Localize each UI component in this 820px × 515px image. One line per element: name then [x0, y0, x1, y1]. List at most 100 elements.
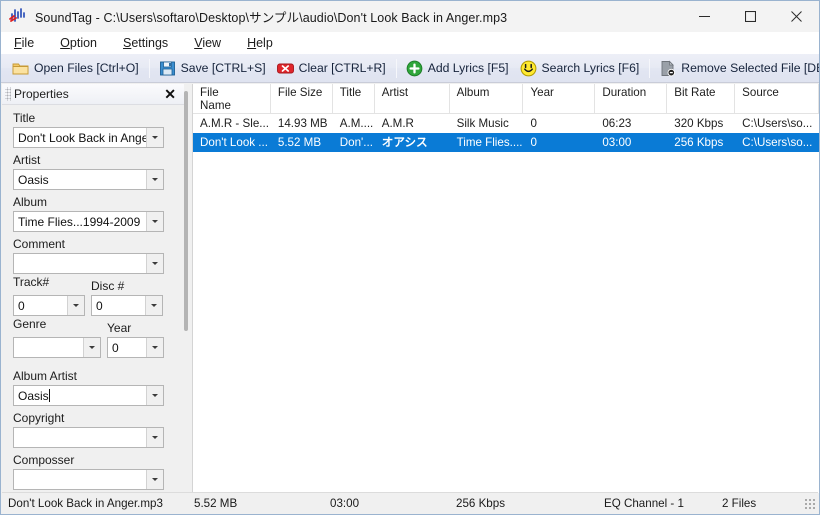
column-header-bit-rate[interactable]: Bit Rate	[667, 84, 736, 114]
cell-duration: 03:00	[602, 136, 632, 149]
genre-year-labels: Genre Year	[13, 316, 176, 337]
column-header-title[interactable]: Title	[332, 84, 375, 114]
green-plus-icon	[406, 60, 423, 77]
save-button[interactable]: Save [CTRL+S]	[154, 56, 272, 81]
chevron-down-icon[interactable]	[83, 338, 100, 357]
cell-album: Time Flies......	[456, 136, 524, 149]
title-combobox[interactable]: Don't Look Back in Anger	[13, 127, 164, 148]
column-header-artist[interactable]: Artist	[374, 84, 450, 114]
cell-source: C:\Users\so...	[742, 136, 813, 149]
status-filesize: 5.52 MB	[194, 496, 238, 510]
window-controls	[681, 1, 819, 32]
chevron-down-icon[interactable]	[146, 386, 163, 405]
comment-combobox[interactable]	[13, 253, 164, 274]
menu-help-rest: elp	[256, 36, 273, 50]
table-row[interactable]: A.M.R - Sle... 14.93 MB A.M.... A.M.R Silk M…	[193, 114, 819, 133]
resize-grip-icon[interactable]	[804, 497, 815, 509]
chevron-down-icon[interactable]	[146, 428, 163, 447]
window-title: SoundTag - C:\Users\softaro\Desktop\サンプル…	[35, 10, 508, 25]
genre-combobox[interactable]	[13, 337, 101, 358]
file-list-header: File Name File Size Title Artist Album Year Du…	[193, 84, 819, 114]
cell-file-name: Don't Look ...	[200, 136, 268, 149]
red-x-icon	[276, 60, 294, 77]
clear-button[interactable]: Clear [CTRL+R]	[272, 56, 392, 81]
toolbar-separator-2	[395, 58, 397, 78]
genre-label: Genre	[13, 317, 47, 331]
cell-title: Don'...	[339, 136, 373, 149]
search-lyrics-label: Search Lyrics [F6]	[541, 61, 640, 75]
chevron-down-icon[interactable]	[145, 296, 162, 315]
album-artist-label: Album Artist	[13, 369, 78, 383]
smiley-icon	[520, 60, 537, 77]
maximize-button[interactable]	[727, 1, 773, 32]
genre-year-row: 0	[13, 337, 176, 358]
remove-file-icon	[659, 60, 676, 77]
close-icon[interactable]: ✕	[164, 87, 176, 101]
album-artist-combobox[interactable]: Oasis	[13, 385, 164, 406]
open-files-button[interactable]: Open Files [Ctrl+O]	[7, 56, 145, 81]
composser-combobox[interactable]	[13, 469, 164, 490]
cell-title: A.M....	[339, 117, 374, 130]
cell-year: 0	[530, 136, 537, 149]
properties-panel-header: Properties ✕	[2, 84, 184, 105]
artist-combobox[interactable]: Oasis	[13, 169, 164, 190]
menu-file-accel: F	[14, 36, 22, 50]
chevron-down-icon[interactable]	[146, 338, 163, 357]
track-combobox[interactable]: 0	[13, 295, 85, 316]
search-lyrics-button[interactable]: Search Lyrics [F6]	[515, 56, 646, 81]
add-lyrics-button[interactable]: Add Lyrics [F5]	[401, 56, 515, 81]
menu-help-accel: H	[247, 36, 257, 50]
album-value: Time Flies...1994-2009	[18, 214, 141, 229]
properties-panel: Properties ✕ Title Don't Look Back in An…	[2, 84, 184, 493]
chevron-down-icon[interactable]	[146, 470, 163, 489]
status-channel: EQ Channel - 1	[604, 496, 684, 510]
track-value: 0	[18, 298, 25, 313]
file-list-view[interactable]: File Name File Size Title Artist Album Year Du…	[192, 84, 819, 493]
artist-label: Artist	[13, 153, 41, 167]
menu-item-option[interactable]: Option	[57, 34, 110, 52]
minimize-button[interactable]	[681, 1, 727, 32]
column-header-duration[interactable]: Duration	[595, 84, 668, 114]
album-combobox[interactable]: Time Flies...1994-2009	[13, 211, 164, 232]
title-bar: SoundTag - C:\Users\softaro\Desktop\サンプル…	[1, 1, 819, 32]
chevron-down-icon[interactable]	[67, 296, 84, 315]
floppy-disk-icon	[159, 60, 176, 77]
cell-artist: オアシス	[381, 136, 428, 149]
column-header-file-name[interactable]: File Name	[193, 84, 271, 114]
column-header-album[interactable]: Album	[449, 84, 524, 114]
menu-bar: File Option Settings View Help	[1, 32, 819, 54]
title-value: Don't Look Back in Anger	[18, 130, 153, 145]
table-row[interactable]: Don't Look ... 5.52 MB Don'... オアシス Time Fli…	[193, 133, 819, 152]
properties-vertical-scrollbar[interactable]	[183, 91, 190, 331]
track-label: Track#	[13, 275, 50, 289]
chevron-down-icon[interactable]	[146, 254, 163, 273]
clear-label: Clear [CTRL+R]	[298, 61, 386, 75]
menu-item-help[interactable]: Help	[244, 34, 286, 52]
menu-settings-rest: ettings	[131, 36, 169, 50]
remove-selected-file-label: Remove Selected File [DEL]	[681, 61, 820, 75]
disc-combobox[interactable]: 0	[91, 295, 163, 316]
menu-item-file[interactable]: File	[11, 34, 47, 52]
chevron-down-icon[interactable]	[146, 212, 163, 231]
copyright-combobox[interactable]	[13, 427, 164, 448]
chevron-down-icon[interactable]	[146, 170, 163, 189]
remove-selected-file-button[interactable]: Remove Selected File [DEL]	[654, 56, 820, 81]
year-combobox[interactable]: 0	[107, 337, 164, 358]
waveform-icon	[6, 5, 28, 27]
add-lyrics-label: Add Lyrics [F5]	[427, 61, 509, 75]
cell-year: 0	[530, 117, 537, 130]
properties-vscroll-thumb[interactable]	[184, 91, 188, 331]
column-header-file-size[interactable]: File Size	[270, 84, 333, 114]
column-header-source[interactable]: Source	[735, 84, 819, 114]
panel-grip-handle[interactable]	[5, 87, 11, 101]
close-button[interactable]	[773, 1, 819, 32]
chevron-down-icon[interactable]	[146, 128, 163, 147]
status-bar: Don't Look Back in Anger.mp3 5.52 MB 03:…	[2, 492, 818, 513]
cell-bit-rate: 256 Kbps	[674, 136, 724, 149]
menu-item-settings[interactable]: Settings	[120, 34, 181, 52]
menu-view-rest: iew	[202, 36, 222, 50]
menu-item-view[interactable]: View	[191, 34, 234, 52]
properties-panel-title: Properties	[14, 87, 69, 101]
column-header-year[interactable]: Year	[523, 84, 596, 114]
year-label: Year	[107, 321, 132, 335]
